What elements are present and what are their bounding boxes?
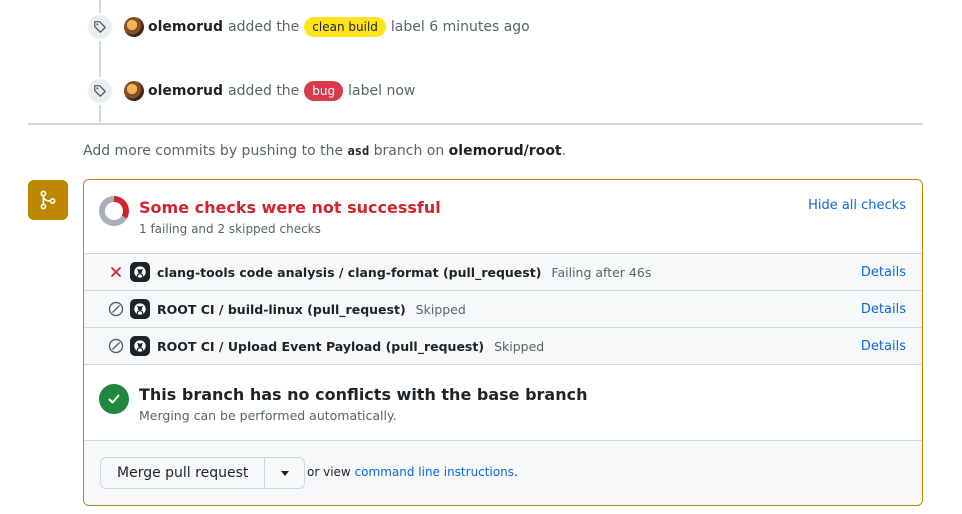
tag-icon	[86, 13, 114, 41]
check-status: Skipped	[415, 301, 466, 317]
avatar[interactable]	[124, 81, 144, 101]
tag-icon	[86, 77, 114, 105]
event-author[interactable]: olemorud	[148, 19, 223, 35]
check-name: ROOT CI / build-linux (pull_request)	[157, 301, 406, 317]
label-clean-build[interactable]: clean build	[304, 17, 386, 37]
push-note-prefix: Add more commits by pushing to the	[83, 143, 344, 159]
caret-down-icon	[280, 470, 289, 476]
checks-subtitle: 1 failing and 2 skipped checks	[139, 222, 321, 236]
checks-header: Some checks were not successful 1 failin…	[84, 180, 922, 254]
push-note-end: .	[561, 143, 567, 159]
command-line-hint: or view command line instructions.	[307, 465, 518, 479]
x-icon	[108, 264, 124, 280]
merge-box: Some checks were not successful 1 failin…	[83, 179, 923, 506]
event-action: added the	[228, 19, 300, 35]
check-row: ROOT CI / Upload Event Payload (pull_req…	[84, 328, 922, 365]
hide-all-checks-button[interactable]: Hide all checks	[808, 198, 906, 213]
no-conflicts-section: This branch has no conflicts with the ba…	[84, 366, 922, 441]
timeline-event-label-clean-build: olemorud added the clean build label 6 m…	[86, 12, 530, 42]
check-row: ROOT CI / build-linux (pull_request) Ski…	[84, 291, 922, 328]
merge-options-dropdown[interactable]	[264, 458, 304, 488]
or-view-text: or view	[307, 465, 351, 479]
merge-actions: Merge pull request or view command line …	[84, 441, 922, 505]
check-status: Failing after 46s	[551, 264, 652, 280]
check-details-link[interactable]: Details	[861, 265, 906, 280]
skip-icon	[108, 301, 124, 317]
no-conflicts-subtitle: Merging can be performed automatically.	[139, 408, 397, 423]
git-merge-icon	[28, 180, 68, 220]
github-icon	[130, 336, 150, 356]
github-icon	[130, 262, 150, 282]
or-view-end: .	[514, 465, 518, 479]
check-details-link[interactable]: Details	[861, 339, 906, 354]
merge-button-group: Merge pull request	[100, 457, 306, 489]
merge-pull-request-button[interactable]: Merge pull request	[101, 458, 264, 488]
check-name: ROOT CI / Upload Event Payload (pull_req…	[157, 338, 485, 354]
command-line-instructions-link[interactable]: command line instructions	[355, 465, 514, 479]
check-details-link[interactable]: Details	[861, 302, 906, 317]
repo-name[interactable]: olemorud/root	[449, 143, 562, 159]
checks-title: Some checks were not successful	[139, 198, 441, 217]
check-status: Skipped	[494, 338, 545, 354]
check-name: clang-tools code analysis / clang-format…	[157, 264, 542, 280]
checks-status-donut-icon	[99, 196, 129, 226]
timeline-divider	[28, 123, 923, 125]
event-suffix: label now	[348, 83, 416, 99]
push-note-middle: branch on	[373, 143, 445, 159]
check-row: clang-tools code analysis / clang-format…	[84, 254, 922, 291]
event-action: added the	[228, 83, 300, 99]
no-conflicts-title: This branch has no conflicts with the ba…	[139, 385, 588, 404]
push-note: Add more commits by pushing to the asd b…	[83, 143, 566, 159]
event-suffix: label 6 minutes ago	[390, 19, 530, 35]
avatar[interactable]	[124, 17, 144, 37]
skip-icon	[108, 338, 124, 354]
event-author[interactable]: olemorud	[148, 83, 223, 99]
branch-name: asd	[347, 144, 370, 158]
label-bug[interactable]: bug	[304, 81, 344, 101]
check-circle-icon	[99, 384, 129, 414]
github-icon	[130, 299, 150, 319]
timeline-event-label-bug: olemorud added the bug label now	[86, 76, 415, 106]
